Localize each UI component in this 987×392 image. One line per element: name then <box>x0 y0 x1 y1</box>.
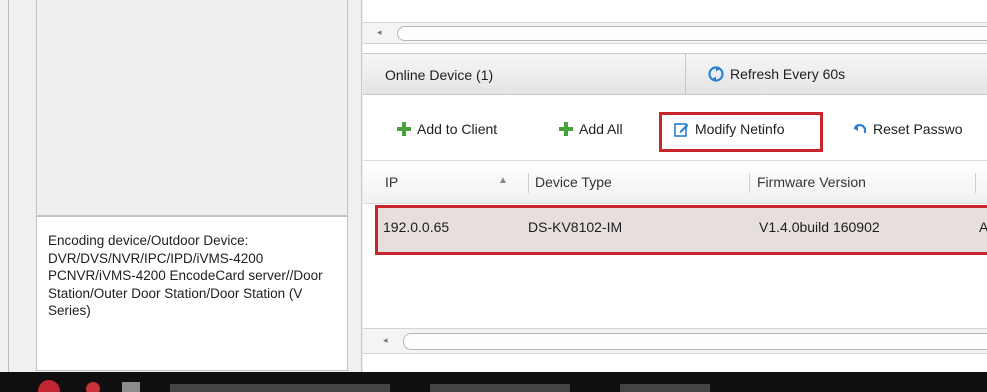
add-all-button[interactable]: Add All <box>559 113 623 145</box>
device-description-text: Encoding device/Outdoor Device: DVR/DVS/… <box>48 233 323 318</box>
column-ip[interactable]: IP <box>385 174 398 190</box>
scrollbar-track[interactable] <box>397 26 987 41</box>
column-device-type[interactable]: Device Type <box>535 174 612 190</box>
blurred-text-fragment <box>170 384 390 392</box>
refresh-icon <box>708 66 724 82</box>
selected-row-highlight <box>375 205 987 255</box>
logo-fragment <box>86 382 100 392</box>
row-device-type: DS-KV8102-IM <box>528 219 623 235</box>
column-separator[interactable] <box>749 173 750 193</box>
header-divider <box>685 53 686 95</box>
sort-ascending-icon[interactable]: ▲ <box>498 175 508 186</box>
undo-icon <box>853 124 867 133</box>
row-ip: 192.0.0.65 <box>383 219 450 235</box>
reset-password-button[interactable]: Reset Passwo <box>853 113 962 145</box>
blurred-text-fragment <box>430 384 570 392</box>
logo-fragment <box>38 380 60 392</box>
scroll-left-arrow-icon[interactable]: ◂ <box>377 27 382 38</box>
column-separator[interactable] <box>528 173 529 193</box>
logo-fragment <box>122 382 140 392</box>
add-to-client-button[interactable]: Add to Client <box>397 113 497 145</box>
cropped-bottom-strip <box>0 372 987 392</box>
online-device-tab[interactable]: Online Device (1) <box>385 67 493 83</box>
panel-frame-line <box>8 0 9 372</box>
reset-password-label: Reset Passwo <box>873 121 963 137</box>
row-extra-value: A <box>979 219 987 235</box>
column-separator[interactable] <box>975 173 976 193</box>
add-all-label: Add All <box>579 121 623 137</box>
device-table-header: IP ▲ Device Type Firmware Version <box>363 160 987 204</box>
column-firmware-version[interactable]: Firmware Version <box>757 174 866 190</box>
scroll-left-arrow-icon[interactable]: ◂ <box>383 335 388 346</box>
top-horizontal-scrollbar[interactable]: ◂ <box>363 22 987 44</box>
device-preview-box <box>36 0 348 216</box>
modify-netinfo-highlight <box>659 112 823 152</box>
refresh-label: Refresh Every 60s <box>730 66 846 82</box>
scrollbar-track[interactable] <box>403 333 987 350</box>
plus-icon <box>559 122 573 136</box>
blurred-text-fragment <box>620 384 710 392</box>
row-firmware-version: V1.4.0build 160902 <box>759 219 880 235</box>
refresh-every-60s[interactable]: Refresh Every 60s <box>708 66 845 82</box>
add-to-client-label: Add to Client <box>417 121 498 137</box>
bottom-horizontal-scrollbar[interactable]: ◂ <box>363 328 987 354</box>
plus-icon <box>397 122 411 136</box>
